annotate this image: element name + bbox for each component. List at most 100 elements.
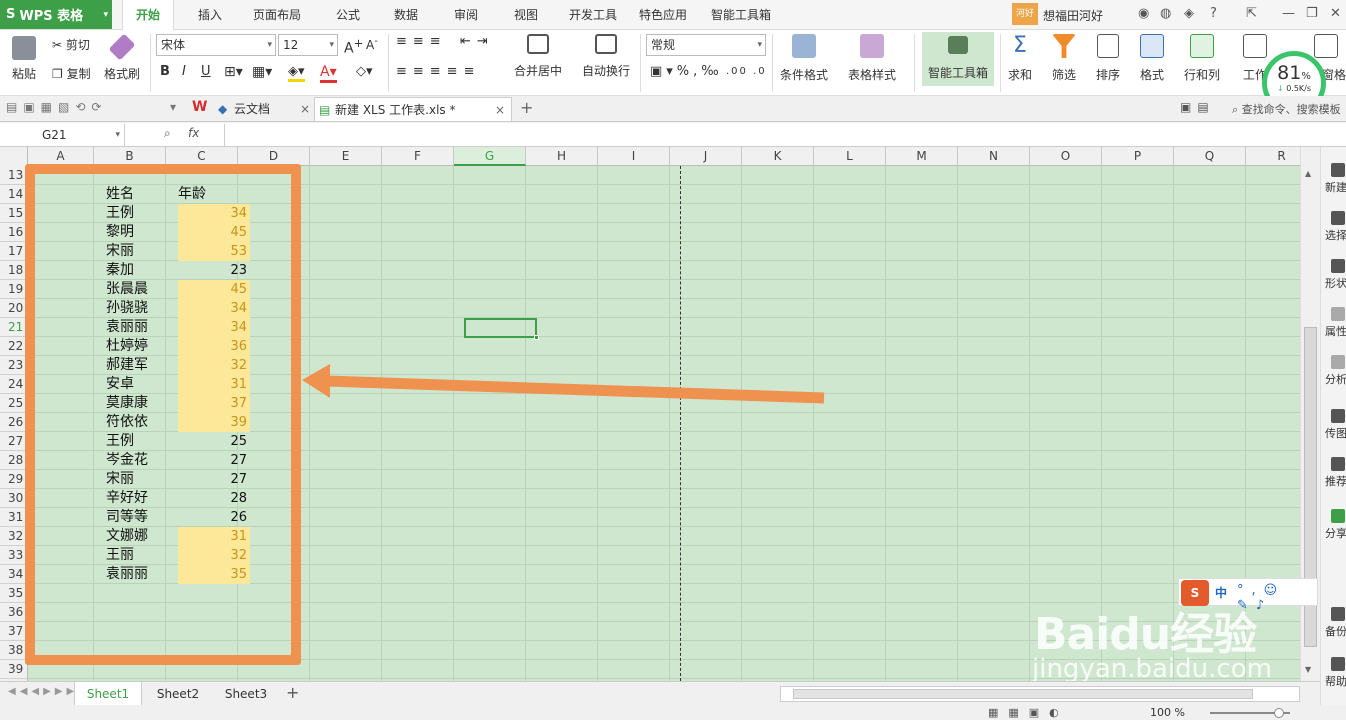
- menu-tab[interactable]: 智能工具箱: [700, 0, 782, 30]
- indent-icons[interactable]: ⇤⇥: [460, 34, 494, 49]
- row-header[interactable]: 25: [0, 394, 28, 413]
- format-button[interactable]: 格式: [1140, 34, 1164, 83]
- sheet-tab[interactable]: Sheet2: [144, 682, 212, 706]
- row-header[interactable]: 30: [0, 489, 28, 508]
- row-header[interactable]: 38: [0, 641, 28, 660]
- row-header[interactable]: 33: [0, 546, 28, 565]
- column-header[interactable]: L: [814, 147, 886, 166]
- sidebar-item[interactable]: 帮助: [1321, 657, 1346, 689]
- wps-w-logo-icon[interactable]: W: [192, 99, 207, 115]
- user-name[interactable]: 想福田河好: [1043, 7, 1103, 24]
- fx-icon[interactable]: fx: [188, 126, 199, 140]
- row-header[interactable]: 39: [0, 660, 28, 679]
- italic-icon[interactable]: I: [182, 64, 186, 79]
- row-header[interactable]: 29: [0, 470, 28, 489]
- row-header[interactable]: 19: [0, 280, 28, 299]
- column-header[interactable]: E: [310, 147, 382, 166]
- sheet-tab[interactable]: Sheet3: [212, 682, 280, 706]
- minimize-icon[interactable]: —: [1282, 6, 1295, 21]
- column-header[interactable]: G: [454, 147, 526, 166]
- sidebar-item[interactable]: 推荐: [1321, 457, 1346, 489]
- add-sheet-plus-icon[interactable]: +: [286, 683, 299, 702]
- bold-icon[interactable]: B: [160, 64, 170, 79]
- paste-button[interactable]: 粘贴: [12, 36, 36, 82]
- decimal-icons[interactable]: .00 .0: [726, 66, 767, 77]
- row-header[interactable]: 37: [0, 622, 28, 641]
- font-size-select[interactable]: 12 ▾: [278, 34, 338, 56]
- menu-tab[interactable]: 审阅: [440, 0, 492, 30]
- table-style-button[interactable]: 表格样式: [848, 34, 896, 83]
- row-header[interactable]: 17: [0, 242, 28, 261]
- clear-format-icon[interactable]: ◇▾: [356, 64, 373, 79]
- column-header[interactable]: J: [670, 147, 742, 166]
- fill-color-icon[interactable]: ◈▾: [288, 64, 305, 82]
- increase-font-icon[interactable]: A+: [344, 36, 363, 57]
- fill-handle[interactable]: [534, 335, 539, 340]
- row-header[interactable]: 23: [0, 356, 28, 375]
- auto-wrap-button[interactable]: 自动换行: [582, 34, 630, 79]
- sidebar-item[interactable]: 新建: [1321, 163, 1346, 195]
- new-tab-plus-icon[interactable]: +: [520, 98, 533, 117]
- formula-input[interactable]: [224, 124, 1346, 146]
- app-menu-button[interactable]: S WPS 表格 ▾: [0, 0, 112, 29]
- row-header[interactable]: 35: [0, 584, 28, 603]
- select-all-corner[interactable]: [0, 147, 28, 166]
- sheet-nav-icons[interactable]: ◀◀◀▶▶▶: [8, 686, 78, 697]
- column-header[interactable]: M: [886, 147, 958, 166]
- scroll-down-icon[interactable]: ▼: [1305, 665, 1311, 674]
- horizontal-align-icons[interactable]: ≡≡≡≡≡: [396, 64, 480, 79]
- menu-tab[interactable]: 视图: [500, 0, 552, 30]
- column-header[interactable]: P: [1102, 147, 1174, 166]
- column-header[interactable]: Q: [1174, 147, 1246, 166]
- row-col-button[interactable]: 行和列: [1184, 34, 1220, 83]
- sheet-tab[interactable]: Sheet1: [74, 682, 142, 706]
- row-header[interactable]: 20: [0, 299, 28, 318]
- menu-tab[interactable]: 开始: [122, 0, 174, 30]
- sidebar-item[interactable]: 形状: [1321, 259, 1346, 291]
- decrease-font-icon[interactable]: A-: [366, 36, 378, 52]
- close-icon[interactable]: ✕: [1330, 6, 1341, 21]
- horizontal-scrollbar[interactable]: [780, 686, 1300, 702]
- column-header[interactable]: O: [1030, 147, 1102, 166]
- row-header[interactable]: 14: [0, 185, 28, 204]
- font-color-icon[interactable]: A▾: [320, 64, 337, 83]
- settings-icon[interactable]: ◍: [1160, 6, 1171, 21]
- sort-button[interactable]: 排序: [1096, 34, 1120, 83]
- sum-button[interactable]: Σ 求和: [1008, 34, 1032, 83]
- zoom-slider[interactable]: [1210, 708, 1290, 718]
- maximize-icon[interactable]: ❐: [1306, 6, 1318, 21]
- menu-tab[interactable]: 开发工具: [558, 0, 628, 30]
- view-mode-icons[interactable]: ▦▦▣◐: [988, 706, 1069, 719]
- copy-button[interactable]: ❐ 复制: [52, 65, 91, 82]
- row-header[interactable]: 13: [0, 166, 28, 185]
- chevron-down-icon[interactable]: ▾: [170, 100, 176, 114]
- column-header[interactable]: N: [958, 147, 1030, 166]
- border-icon[interactable]: ⊞▾: [224, 64, 243, 80]
- number-style-icons[interactable]: ▣▾%,‰: [650, 64, 723, 79]
- column-header[interactable]: R: [1246, 147, 1300, 166]
- cut-button[interactable]: ✂ 剪切: [52, 36, 90, 53]
- sidebar-item[interactable]: 分析: [1321, 355, 1346, 387]
- sidebar-item[interactable]: 备份: [1321, 607, 1346, 639]
- menu-tab[interactable]: 插入: [182, 0, 238, 30]
- row-header[interactable]: 28: [0, 451, 28, 470]
- column-header[interactable]: F: [382, 147, 454, 166]
- row-header[interactable]: 22: [0, 337, 28, 356]
- format-painter-button[interactable]: 格式刷: [104, 33, 140, 82]
- row-header[interactable]: 36: [0, 603, 28, 622]
- help-icon[interactable]: ?: [1210, 6, 1217, 21]
- sidebar-item[interactable]: 传图: [1321, 409, 1346, 441]
- row-header[interactable]: 15: [0, 204, 28, 223]
- search-commands[interactable]: ⌕ 查找命令、搜索模板: [1232, 101, 1346, 117]
- font-name-select[interactable]: 宋体 ▾: [156, 34, 276, 56]
- smart-toolbox-button[interactable]: 智能工具箱: [922, 32, 994, 86]
- conditional-format-button[interactable]: 条件格式: [780, 34, 828, 83]
- hscroll-thumb[interactable]: [793, 689, 1253, 699]
- window-tool-icons[interactable]: ▣▤: [1180, 100, 1215, 114]
- row-header[interactable]: 18: [0, 261, 28, 280]
- merge-center-button[interactable]: 合并居中: [514, 34, 562, 79]
- selected-cell[interactable]: [464, 318, 539, 340]
- fill-pattern-icon[interactable]: ▦▾: [252, 64, 272, 80]
- zoom-formula-icon[interactable]: ⌕: [164, 126, 171, 141]
- menu-tab[interactable]: 公式: [322, 0, 374, 30]
